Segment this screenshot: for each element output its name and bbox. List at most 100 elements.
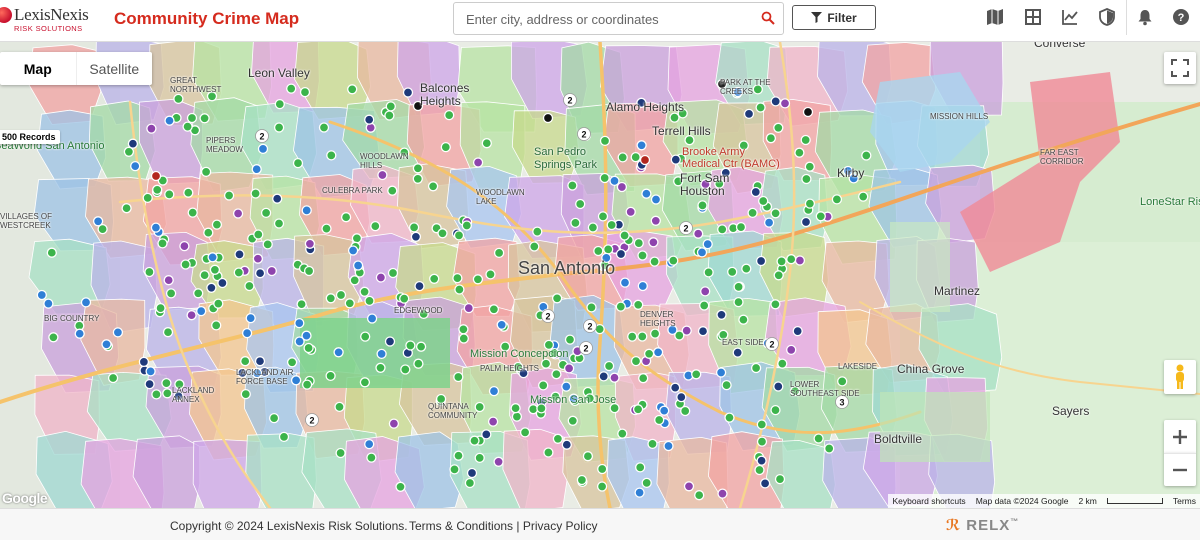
crime-marker[interactable]	[641, 188, 652, 199]
crime-marker[interactable]	[164, 189, 175, 200]
crime-marker[interactable]	[720, 167, 731, 178]
crime-marker[interactable]	[461, 220, 472, 231]
crime-marker[interactable]	[435, 393, 447, 405]
crime-marker[interactable]	[733, 281, 744, 293]
crime-marker[interactable]	[755, 255, 767, 267]
crime-marker[interactable]	[727, 266, 738, 278]
crime-marker[interactable]	[387, 185, 398, 196]
crime-marker[interactable]	[536, 403, 547, 414]
crime-marker[interactable]	[659, 405, 670, 416]
crime-marker[interactable]	[245, 312, 256, 324]
crime-marker[interactable]	[759, 478, 771, 489]
crime-marker[interactable]	[452, 272, 463, 284]
crime-marker[interactable]	[848, 173, 859, 184]
crime-marker[interactable]	[615, 248, 627, 260]
crime-marker[interactable]	[463, 302, 474, 314]
crime-marker[interactable]	[616, 181, 628, 193]
crime-marker[interactable]	[576, 474, 588, 486]
crime-marker[interactable]	[385, 101, 396, 112]
pegman-button[interactable]	[1164, 360, 1196, 394]
crime-marker[interactable]	[630, 355, 642, 367]
crime-marker[interactable]	[510, 403, 521, 414]
crime-marker[interactable]	[466, 467, 478, 479]
crime-marker[interactable]	[774, 473, 786, 485]
crime-marker[interactable]	[408, 222, 420, 233]
crime-marker[interactable]	[756, 436, 768, 447]
crime-marker[interactable]	[266, 265, 277, 277]
crime-marker[interactable]	[360, 331, 371, 342]
crime-marker[interactable]	[121, 203, 132, 214]
crime-marker[interactable]	[758, 195, 769, 207]
crime-marker[interactable]	[609, 175, 620, 187]
crime-marker[interactable]	[296, 299, 307, 310]
crime-marker[interactable]	[464, 477, 476, 489]
crime-marker[interactable]	[472, 157, 484, 168]
crime-marker[interactable]	[691, 369, 702, 380]
crime-marker[interactable]	[272, 193, 283, 204]
crime-marker[interactable]	[301, 330, 312, 341]
crime-marker[interactable]	[144, 378, 155, 390]
crime-marker[interactable]	[234, 249, 245, 260]
crime-marker[interactable]	[375, 362, 386, 373]
crime-marker[interactable]	[472, 274, 484, 285]
crime-marker[interactable]	[669, 112, 680, 123]
crime-marker[interactable]	[735, 221, 747, 233]
crime-marker[interactable]	[193, 288, 204, 299]
crime-marker[interactable]	[43, 298, 54, 309]
crime-marker[interactable]	[575, 198, 586, 210]
crime-marker[interactable]	[552, 433, 564, 444]
crime-marker[interactable]	[564, 334, 576, 345]
crime-marker[interactable]	[237, 367, 248, 379]
crime-marker[interactable]	[413, 358, 424, 369]
crime-marker[interactable]	[334, 401, 345, 413]
crime-marker[interactable]	[550, 391, 561, 402]
crime-marker[interactable]	[633, 299, 644, 310]
crime-marker[interactable]	[182, 121, 193, 132]
crime-marker[interactable]	[648, 237, 659, 248]
crime-marker[interactable]	[186, 112, 198, 124]
crime-marker[interactable]	[364, 438, 375, 450]
crime-marker[interactable]	[496, 319, 507, 330]
crime-marker[interactable]	[786, 254, 797, 265]
crime-marker[interactable]	[244, 280, 255, 292]
crime-marker[interactable]	[663, 440, 674, 452]
crime-marker[interactable]	[80, 297, 92, 308]
crime-marker[interactable]	[563, 363, 575, 374]
crime-marker[interactable]	[359, 377, 371, 388]
crime-marker[interactable]	[641, 477, 652, 489]
crime-marker[interactable]	[304, 238, 316, 249]
crime-marker[interactable]	[123, 146, 135, 157]
crime-marker[interactable]	[130, 160, 141, 172]
crime-marker[interactable]	[487, 416, 499, 427]
crime-marker[interactable]	[668, 255, 679, 266]
crime-marker[interactable]	[700, 179, 711, 190]
crime-marker[interactable]	[800, 216, 812, 228]
crime-marker[interactable]	[625, 206, 636, 218]
crime-marker[interactable]	[366, 313, 378, 324]
crime-marker[interactable]	[770, 299, 781, 310]
crime-marker[interactable]	[485, 269, 496, 280]
crime-marker[interactable]	[637, 250, 648, 261]
crime-marker[interactable]	[561, 439, 572, 450]
crime-marker[interactable]	[351, 233, 363, 244]
crime-marker[interactable]	[773, 381, 784, 392]
crime-marker[interactable]	[500, 341, 511, 352]
crime-marker[interactable]	[387, 267, 399, 279]
crime-marker[interactable]	[262, 239, 273, 250]
crime-marker[interactable]	[273, 122, 285, 133]
crime-marker[interactable]	[164, 115, 175, 126]
crime-marker[interactable]	[174, 379, 185, 390]
crime-marker[interactable]	[254, 356, 266, 367]
crime-marker[interactable]	[412, 163, 424, 174]
map-icon[interactable]	[986, 8, 1004, 26]
crime-marker[interactable]	[800, 134, 811, 146]
crime-marker[interactable]	[837, 376, 848, 387]
crime-marker[interactable]	[444, 109, 455, 121]
crime-marker[interactable]	[599, 172, 610, 184]
crime-map[interactable]: 2222222223 Leon Valley Balcones Heights …	[0, 42, 1200, 508]
crime-marker[interactable]	[412, 173, 423, 184]
crime-marker[interactable]	[673, 176, 684, 187]
crime-marker[interactable]	[794, 255, 806, 266]
crime-marker[interactable]	[376, 348, 387, 360]
crime-marker[interactable]	[384, 336, 396, 347]
